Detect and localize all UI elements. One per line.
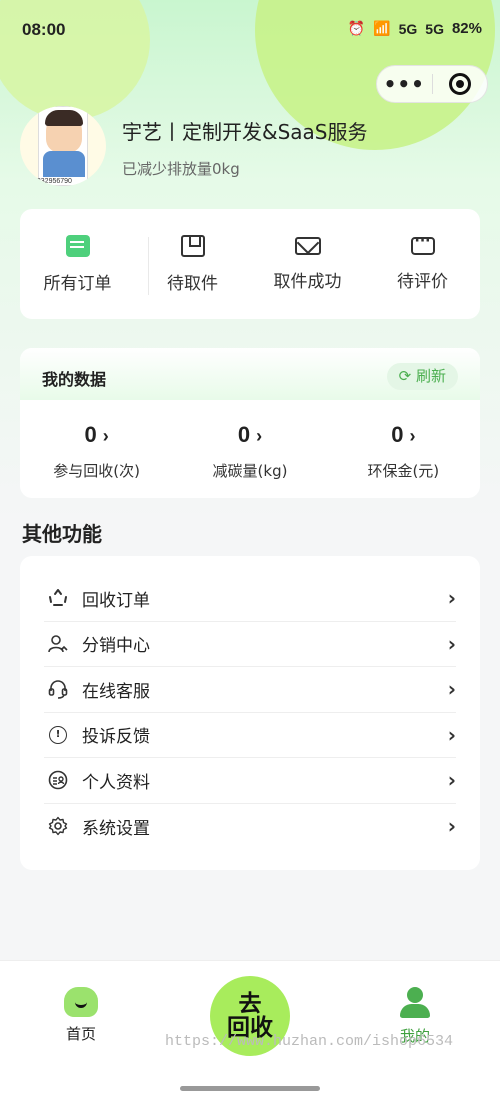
stat-value: 0: [391, 422, 404, 447]
order-shortcuts-card: 所有订单 待取件 取件成功 待评价: [20, 209, 480, 319]
tab-home[interactable]: 首页: [64, 987, 98, 1044]
envelope-icon: [294, 236, 321, 255]
watermark: https://www.huzhan.com/ishop6534: [165, 1033, 454, 1050]
user-share-icon: [48, 634, 68, 654]
profile-header: 1332956790 宇艺丨定制开发&SaaS服务 已减少排放量0kg: [20, 106, 480, 186]
pickup-box-icon: [180, 234, 205, 257]
status-time: 08:00: [22, 20, 66, 39]
list-item-system-settings[interactable]: 系统设置 ›: [44, 804, 456, 850]
target-icon: [448, 73, 471, 95]
bottom-tab-bar: 首页 去 回收 我的 https://www.huzhan.com/ishop6…: [0, 960, 500, 1099]
other-functions-title: 其他功能: [22, 522, 102, 546]
list-item-label: 系统设置: [82, 818, 150, 839]
battery-level: 82%: [451, 20, 482, 37]
order-to-review-button[interactable]: 待评价: [365, 233, 480, 292]
stat-value: 0: [237, 422, 251, 447]
chevron-right-icon: ›: [447, 586, 456, 611]
miniprogram-capsule: •••: [376, 65, 488, 103]
avatar-image: 1332956790: [33, 106, 88, 186]
stat-recycle-count[interactable]: 0 › 参与回收(次): [20, 422, 173, 481]
stat-label: 减碳量(kg): [212, 462, 288, 480]
home-indicator[interactable]: [180, 1086, 320, 1091]
list-item-personal-info[interactable]: 个人资料 ›: [44, 758, 456, 804]
home-icon: [64, 987, 98, 1017]
chevron-right-icon: ›: [447, 814, 456, 839]
stats-row: 0 › 参与回收(次) 0 › 减碳量(kg) 0 › 环保金(元): [20, 400, 480, 481]
chevron-right-icon: ›: [256, 426, 263, 446]
refresh-button[interactable]: ⟳ 刷新: [386, 363, 458, 390]
status-bar: 08:00 ⏰ 📶 5G 5G 82%: [0, 0, 500, 60]
profile-card-icon: [48, 770, 68, 790]
chevron-right-icon: ›: [447, 722, 456, 747]
wifi-icon: 📶: [373, 20, 391, 36]
user-name: 宇艺丨定制开发&SaaS服务: [122, 120, 368, 144]
chevron-right-icon: ›: [409, 426, 416, 446]
my-data-card: 我的数据 ⟳ 刷新 0 › 参与回收(次) 0 › 减碳量(kg) 0 › 环保金(元…: [20, 348, 480, 498]
go-recycle-line1: 去: [238, 991, 262, 1017]
list-item-recycle-orders[interactable]: 回收订单 ›: [44, 576, 456, 622]
my-data-header: 我的数据 ⟳ 刷新: [20, 348, 480, 400]
chevron-right-icon: ›: [447, 677, 456, 702]
list-item-complaint-feedback[interactable]: ! 投诉反馈 ›: [44, 713, 456, 758]
close-miniprogram-button[interactable]: [433, 73, 488, 95]
avatar[interactable]: 1332956790: [20, 106, 106, 186]
stat-value: 0: [84, 422, 97, 447]
chevron-right-icon: ›: [102, 426, 109, 446]
tab-home-label: 首页: [65, 1025, 96, 1043]
order-all-button[interactable]: 所有订单: [20, 234, 135, 294]
order-picked-up-label: 取件成功: [273, 271, 342, 292]
alarm-icon: ⏰: [347, 20, 366, 36]
list-item-online-support[interactable]: 在线客服 ›: [44, 667, 456, 713]
order-picked-up-button[interactable]: 取件成功: [250, 236, 365, 292]
comment-icon: [410, 233, 435, 255]
my-data-title: 我的数据: [42, 370, 107, 389]
order-list-icon: [65, 234, 90, 257]
order-pending-pickup-button[interactable]: 待取件: [135, 234, 250, 294]
chevron-right-icon: ›: [447, 631, 456, 656]
recycle-icon: [48, 588, 68, 608]
list-item-label: 投诉反馈: [82, 727, 150, 748]
list-item-label: 在线客服: [82, 681, 150, 702]
stat-label: 参与回收(次): [53, 462, 141, 480]
stat-label: 环保金(元): [367, 462, 440, 480]
list-item-label: 分销中心: [82, 636, 150, 657]
user-icon: [398, 987, 432, 1019]
gear-icon: [48, 816, 68, 836]
headset-icon: [48, 679, 68, 700]
stat-carbon-reduction[interactable]: 0 › 减碳量(kg): [173, 422, 326, 481]
order-all-label: 所有订单: [43, 273, 112, 294]
avatar-caption: 1332956790: [33, 178, 72, 185]
chevron-right-icon: ›: [447, 768, 456, 793]
signal-icon: 5G: [425, 20, 444, 37]
order-to-review-label: 待评价: [397, 271, 448, 292]
refresh-label: 刷新: [415, 367, 446, 385]
list-item-label: 个人资料: [82, 772, 150, 793]
list-item-distribution-center[interactable]: 分销中心 ›: [44, 622, 456, 667]
emission-summary: 已减少排放量0kg: [122, 160, 240, 178]
exclamation-icon: !: [48, 725, 68, 745]
list-item-label: 回收订单: [82, 590, 150, 611]
functions-list: 回收订单 › 分销中心 › 在线客服 › ! 投诉反馈 › 个人资料 › 系统设…: [20, 556, 480, 870]
status-icons: ⏰ 📶 5G 5G 82%: [348, 20, 482, 37]
order-pending-pickup-label: 待取件: [167, 273, 218, 294]
signal-icon: 5G: [398, 20, 418, 37]
more-icon[interactable]: •••: [377, 72, 432, 96]
refresh-icon: ⟳: [398, 367, 412, 385]
stat-eco-money[interactable]: 0 › 环保金(元): [327, 422, 480, 481]
